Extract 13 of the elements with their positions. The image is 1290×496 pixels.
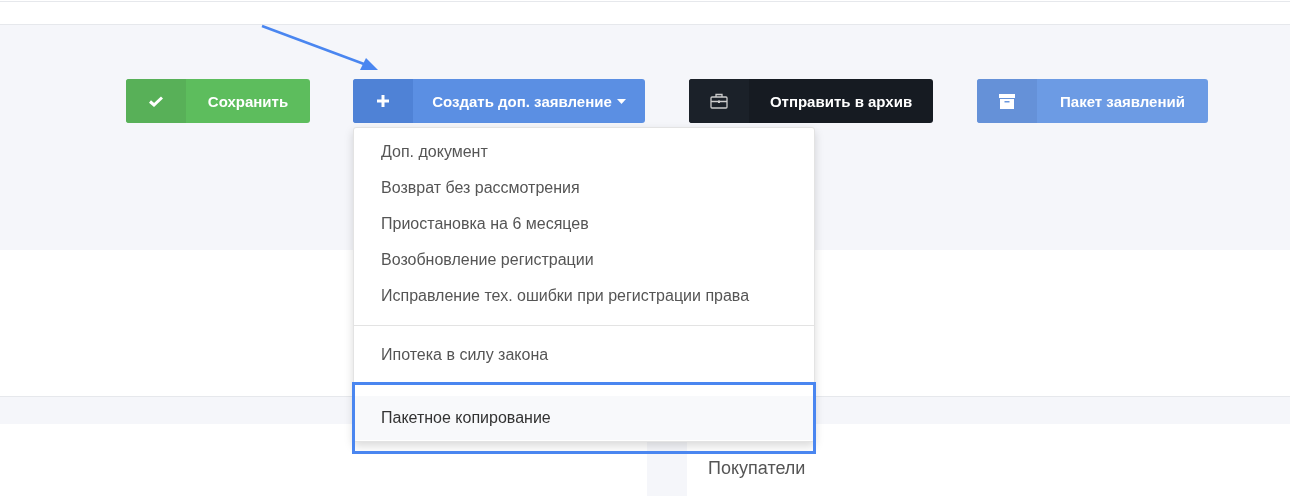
menu-item[interactable]: Возврат без рассмотрения <box>354 170 814 206</box>
menu-item[interactable]: Ипотека в силу закона <box>354 337 814 373</box>
plus-icon <box>377 95 389 107</box>
menu-item[interactable]: Исправление тех. ошибки при регистрации права <box>354 278 814 314</box>
menu-item[interactable]: Пакетное копирование <box>354 396 814 440</box>
menu-item[interactable]: Возобновление регистрации <box>354 242 814 278</box>
archive-box-icon <box>999 93 1015 109</box>
section-heading: Покупатели <box>708 458 806 480</box>
menu-item[interactable]: Приостановка на 6 месяцев <box>354 206 814 242</box>
briefcase-icon <box>710 93 728 109</box>
menu-item[interactable]: Доп. документ <box>354 134 814 170</box>
check-icon <box>149 95 163 107</box>
action-button[interactable]: Отправить в архив <box>689 79 933 123</box>
